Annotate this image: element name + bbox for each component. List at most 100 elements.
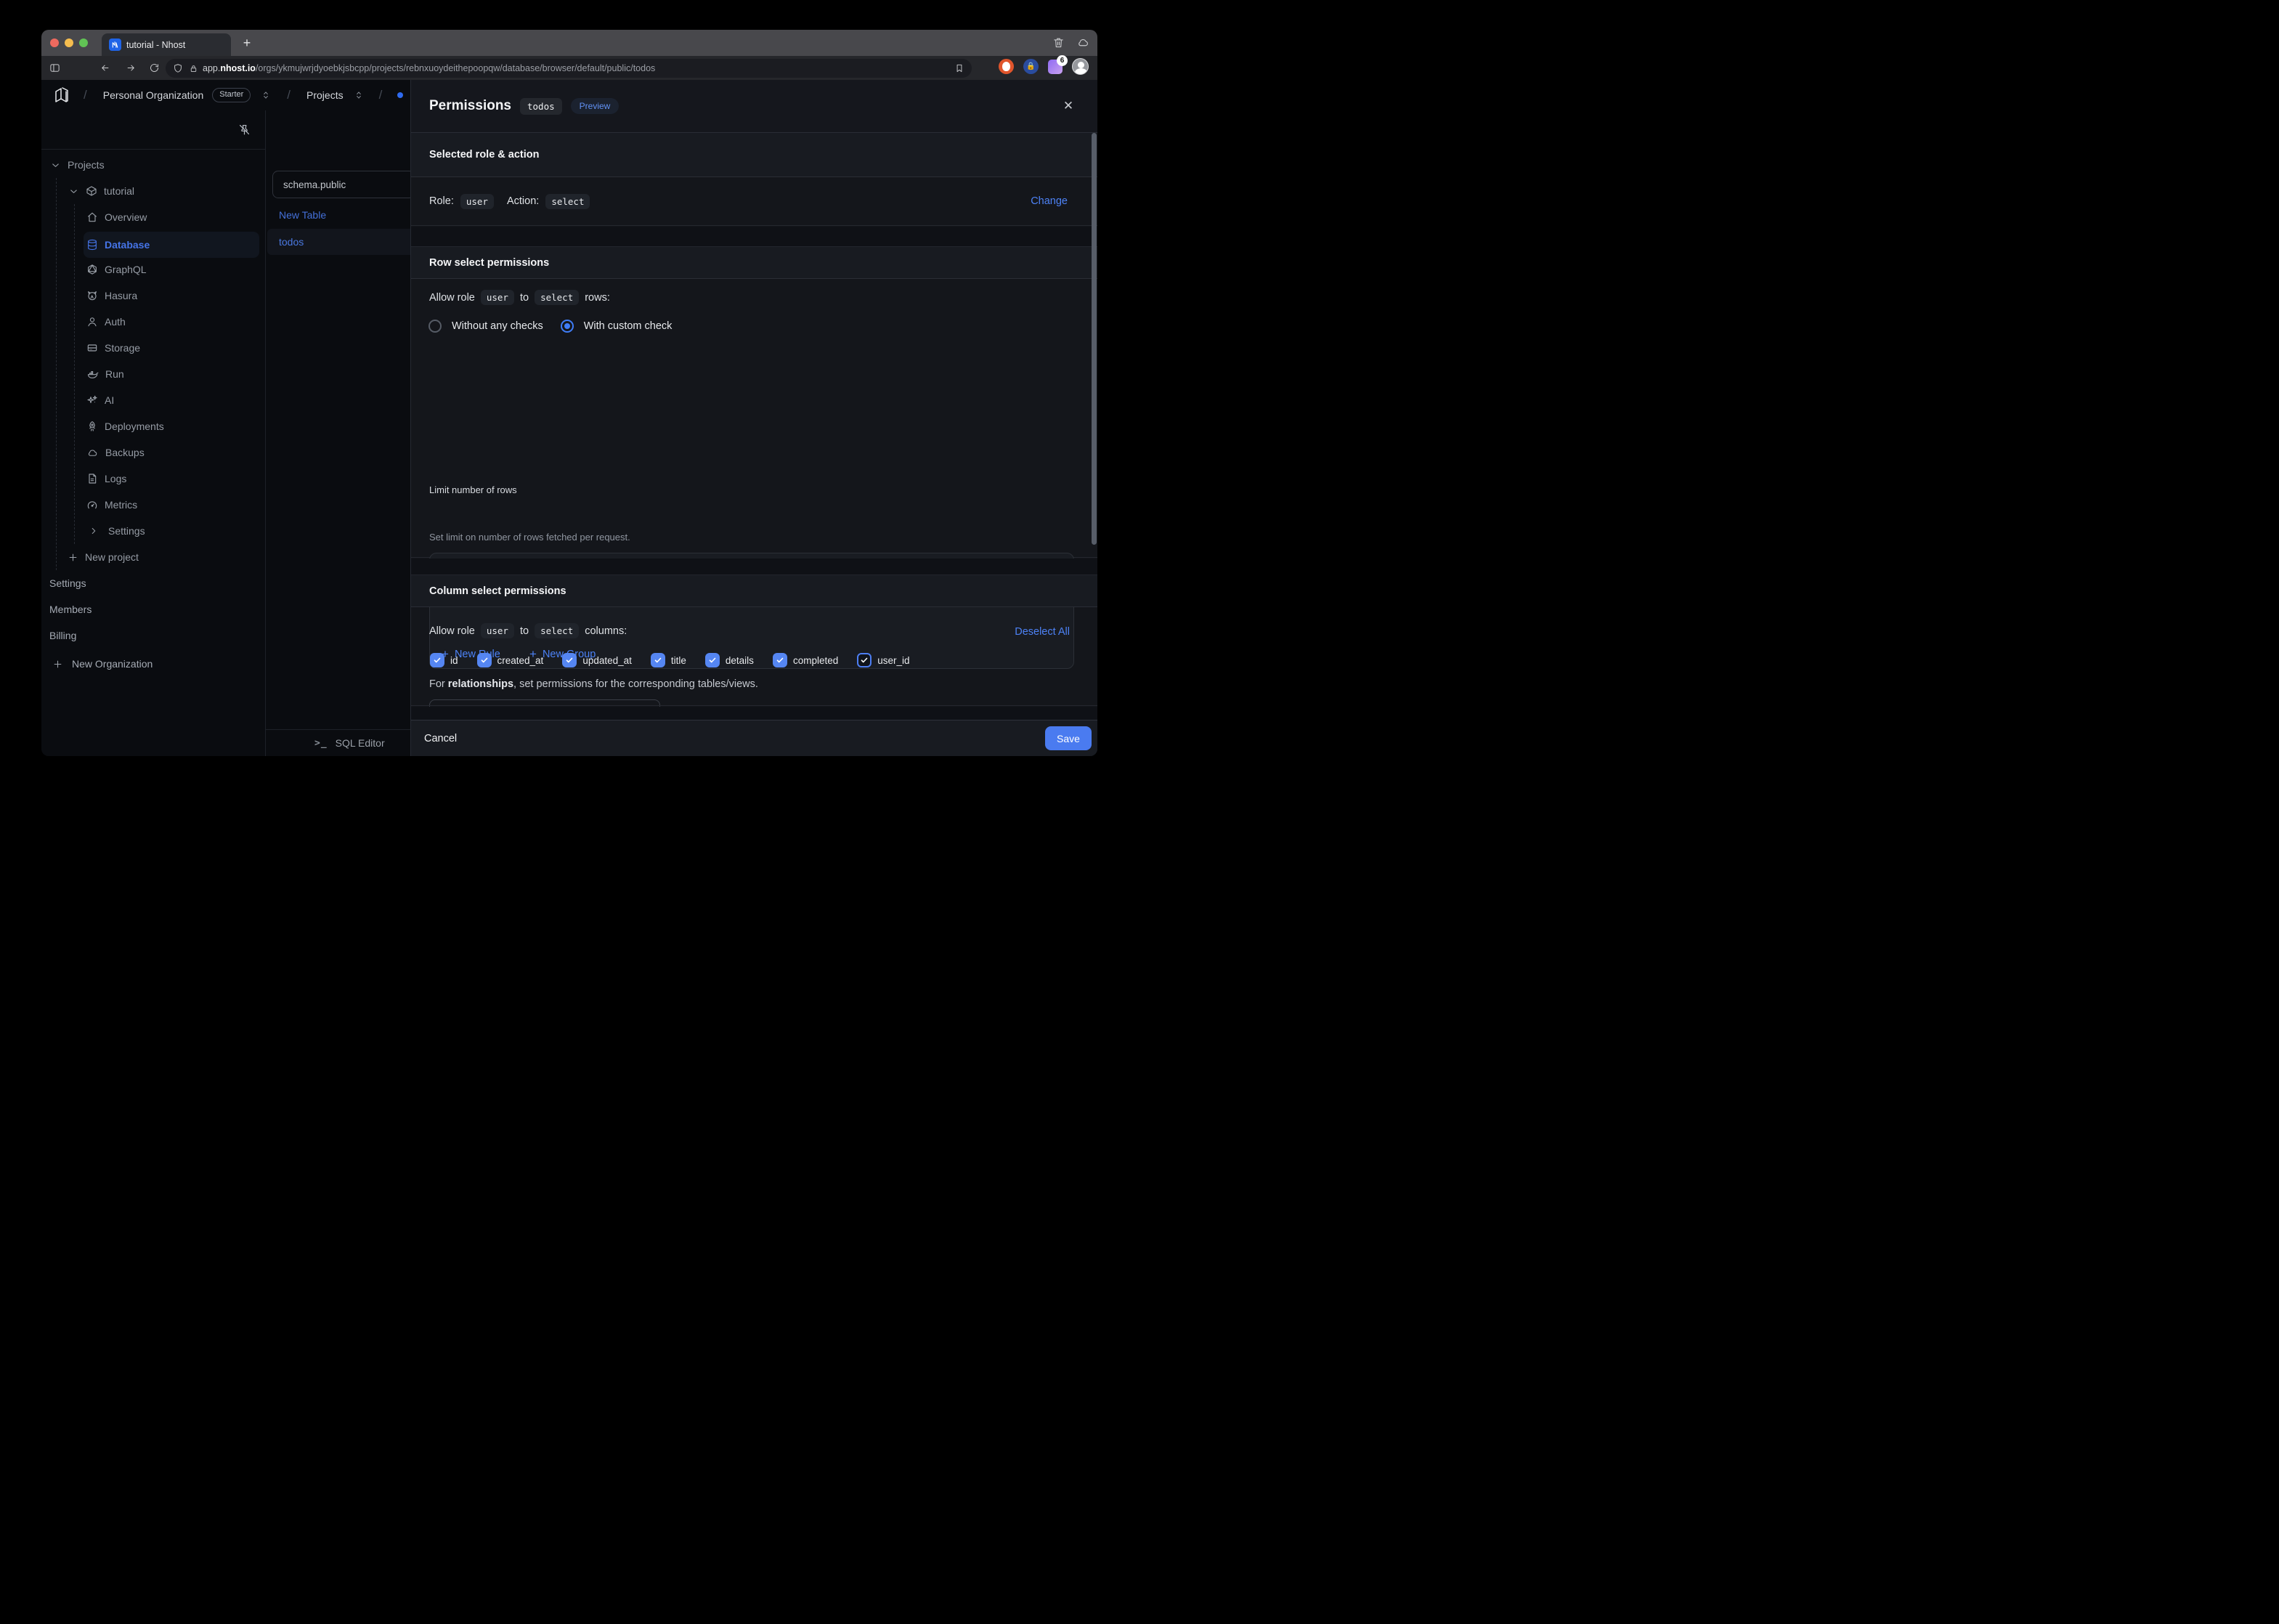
url-text: app.nhost.io/orgs/ykmujwrjdyoebkjsbcpp/p… — [203, 63, 954, 73]
role-section-content: Role: user Action: select Change — [411, 177, 1097, 226]
cloud-sync-icon[interactable] — [1076, 36, 1090, 49]
sidebar-item-new-project[interactable]: New project — [41, 544, 265, 570]
sidebar-item-deployments[interactable]: Deployments — [41, 413, 265, 439]
rocket-icon — [86, 421, 98, 432]
org-switcher-icon[interactable] — [261, 89, 271, 101]
shield-icon[interactable] — [173, 63, 183, 73]
sparkles-icon — [86, 394, 98, 406]
permissions-drawer: Permissions todos Preview ✕ Selected rol… — [410, 80, 1097, 756]
trash-icon[interactable] — [1052, 36, 1065, 49]
sidebar-item-hasura[interactable]: Hasura — [41, 283, 265, 309]
checkbox-item-created-at[interactable]: created_at — [477, 653, 544, 667]
role-value-badge: user — [460, 194, 494, 209]
sidebar-item-backups[interactable]: Backups — [41, 439, 265, 466]
chevron-down-icon — [50, 160, 61, 171]
extension-icon[interactable]: 6 — [1048, 60, 1063, 74]
sql-editor-button[interactable]: >_ SQL Editor — [266, 729, 410, 756]
sidebar-item-graphql[interactable]: GraphQL — [41, 256, 265, 283]
breadcrumb-projects[interactable]: Projects — [306, 89, 344, 101]
checkbox-icon[interactable] — [651, 653, 665, 667]
sidebar-item-overview[interactable]: Overview — [41, 204, 265, 230]
sidebar-item-run[interactable]: Run — [41, 361, 265, 387]
nhost-favicon-icon — [109, 38, 121, 51]
file-text-icon — [86, 473, 98, 484]
sidebar-item-projects[interactable]: Projects — [41, 152, 265, 178]
schema-select[interactable]: schema.public — [272, 171, 415, 198]
action-value-badge: select — [545, 194, 590, 209]
gauge-icon — [86, 499, 98, 511]
sidebar-toggle-icon[interactable] — [45, 59, 64, 78]
sidebar-item-logs[interactable]: Logs — [41, 466, 265, 492]
checkbox-item-updated-at[interactable]: updated_at — [562, 653, 632, 667]
modal-scrollbar[interactable] — [1092, 133, 1097, 545]
checkbox-item-user-id[interactable]: user_id — [857, 653, 909, 667]
address-bar[interactable]: app.nhost.io/orgs/ykmujwrjdyoebkjsbcpp/p… — [166, 59, 972, 78]
table-row-todos[interactable]: todos — [267, 229, 420, 255]
tab-title: tutorial - Nhost — [126, 40, 185, 50]
breadcrumb-org[interactable]: Personal Organization — [103, 89, 204, 101]
table-browser-panel: schema.public New Table todos >_ SQL Edi… — [265, 110, 410, 756]
permissions-header: Permissions todos Preview — [411, 80, 1097, 133]
checkbox-item-title[interactable]: title — [651, 653, 686, 667]
action-badge: select — [535, 623, 579, 638]
radio-with-custom-check[interactable] — [561, 320, 574, 333]
sidebar-item-storage[interactable]: Storage — [41, 335, 265, 361]
preview-badge: Preview — [571, 98, 619, 114]
deselect-all-link[interactable]: Deselect All — [1015, 626, 1070, 638]
close-window-button[interactable] — [50, 38, 59, 47]
save-button[interactable]: Save — [1045, 726, 1092, 750]
cancel-button[interactable]: Cancel — [424, 733, 457, 744]
browser-tab[interactable]: tutorial - Nhost — [102, 33, 231, 56]
org-plan-badge: Starter — [212, 88, 251, 102]
forward-icon[interactable] — [121, 59, 140, 78]
sidebar-item-database[interactable]: Database — [84, 232, 259, 258]
new-table-button[interactable]: New Table — [267, 202, 420, 228]
checkbox-icon[interactable] — [562, 653, 577, 667]
reload-icon[interactable] — [145, 59, 163, 78]
nhost-logo-icon[interactable] — [53, 86, 70, 105]
checkbox-icon[interactable] — [705, 653, 720, 667]
nhost-app: / Personal Organization Starter / Projec… — [41, 80, 1097, 756]
privacy-extension-icon[interactable]: 🔒 — [1023, 59, 1039, 74]
project-switcher-icon[interactable] — [354, 89, 364, 101]
checkbox-icon[interactable] — [477, 653, 492, 667]
zoom-window-button[interactable] — [79, 38, 88, 47]
sidebar-item-members[interactable]: Members — [41, 596, 265, 622]
checkbox-icon-focused[interactable] — [857, 653, 872, 667]
profile-avatar[interactable] — [1072, 58, 1089, 75]
checkbox-icon[interactable] — [430, 653, 444, 667]
sidebar-item-settings[interactable]: Settings — [41, 570, 265, 596]
new-tab-button[interactable]: + — [239, 33, 255, 52]
sidebar-item-metrics[interactable]: Metrics — [41, 492, 265, 518]
column-checkbox-row: id created_at updated_at title — [430, 653, 910, 667]
checkbox-icon[interactable] — [773, 653, 787, 667]
checkbox-item-id[interactable]: id — [430, 653, 458, 667]
sidebar-item-tutorial[interactable]: tutorial — [41, 178, 265, 204]
sidebar-item-new-organization[interactable]: New Organization — [41, 651, 265, 677]
user-icon — [86, 316, 98, 328]
minimize-window-button[interactable] — [65, 38, 73, 47]
chevron-right-icon — [89, 526, 99, 536]
change-link[interactable]: Change — [1031, 195, 1068, 207]
radio-without-checks[interactable] — [428, 320, 442, 333]
checkbox-item-details[interactable]: details — [705, 653, 754, 667]
back-icon[interactable] — [95, 59, 114, 78]
breadcrumb-separator2: / — [287, 88, 291, 102]
checkbox-item-completed[interactable]: completed — [773, 653, 838, 667]
close-icon[interactable]: ✕ — [1060, 97, 1077, 115]
url-path: /orgs/ykmujwrjdyoebkjsbcpp/projects/rebn… — [256, 63, 655, 73]
pin-off-icon[interactable] — [237, 123, 251, 137]
cube-icon — [86, 185, 97, 197]
storage-icon — [86, 342, 98, 354]
project-status-dot — [397, 92, 403, 98]
sidebar-item-project-settings[interactable]: Settings — [41, 518, 265, 544]
permissions-title: Permissions — [429, 98, 511, 114]
sidebar-item-ai[interactable]: AI — [41, 387, 265, 413]
duckduckgo-extension-icon[interactable] — [999, 59, 1014, 74]
action-badge: select — [535, 290, 579, 305]
bookmark-icon[interactable] — [954, 63, 964, 73]
section-gap3 — [411, 707, 1097, 720]
window-controls — [50, 38, 88, 47]
sidebar-item-auth[interactable]: Auth — [41, 309, 265, 335]
sidebar-item-billing[interactable]: Billing — [41, 622, 265, 649]
